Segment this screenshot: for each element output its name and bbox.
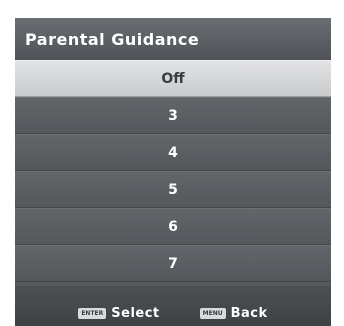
rating-option-4[interactable]: 4 [15,134,331,171]
rating-option-off[interactable]: Off [15,60,331,97]
select-hint-label: Select [111,305,160,321]
rating-option-5[interactable]: 5 [15,171,331,208]
rating-option-3[interactable]: 3 [15,97,331,134]
select-hint: ENTER Select [78,306,159,321]
menu-title: Parental Guidance [25,29,200,49]
rating-option-7[interactable]: 7 [15,245,331,282]
menu-key-icon: MENU [199,307,226,319]
parental-guidance-menu: Parental Guidance Off 3 4 5 6 7 ENTER Se… [15,18,331,326]
rating-option-label: Off [161,70,185,87]
rating-option-label: 5 [168,181,178,198]
rating-list: Off 3 4 5 6 7 [15,60,331,282]
rating-option-label: 4 [168,144,178,161]
back-hint-label: Back [230,305,268,321]
rating-option-6[interactable]: 6 [15,208,331,245]
rating-option-label: 7 [168,255,178,272]
menu-footer: ENTER Select MENU Back [15,286,331,326]
rating-option-label: 6 [168,218,178,235]
enter-key-icon: ENTER [78,307,107,319]
rating-option-label: 3 [168,107,178,124]
back-hint: MENU Back [199,305,268,321]
menu-header: Parental Guidance [15,18,331,60]
